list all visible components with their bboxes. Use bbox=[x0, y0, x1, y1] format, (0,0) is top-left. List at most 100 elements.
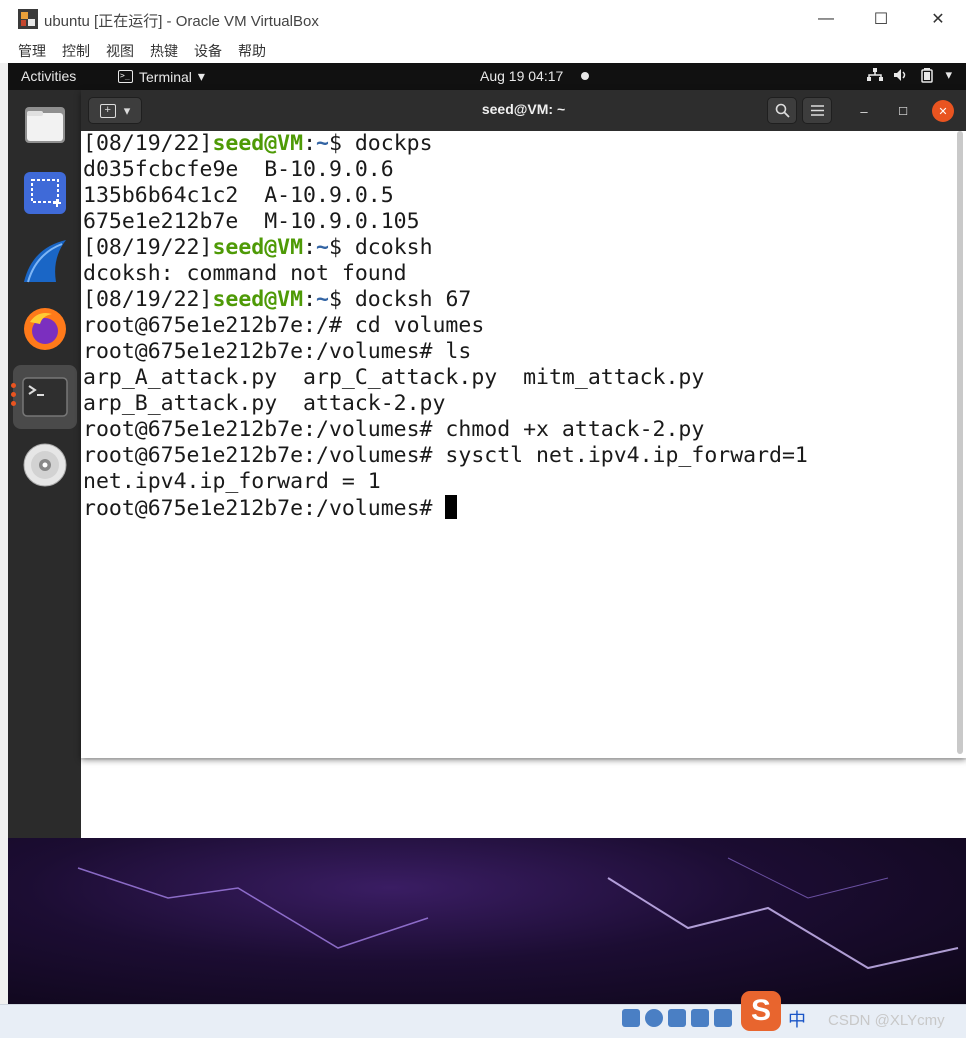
desktop-blank-area bbox=[81, 760, 966, 838]
terminal-line: root@675e1e212b7e:/volumes# chmod +x att… bbox=[83, 417, 808, 443]
terminal-content[interactable]: [08/19/22]seed@VM:~$ dockps d035fcbcfe9e … bbox=[81, 131, 966, 758]
app-menu-label: Terminal bbox=[139, 68, 192, 85]
terminal-line: 135b6b64c1c2 A-10.9.0.5 bbox=[83, 183, 808, 209]
virtualbox-menubar: 管理 控制 视图 热键 设备 帮助 bbox=[0, 38, 966, 63]
prompt-user: seed@VM bbox=[212, 235, 304, 260]
prompt-user: seed@VM bbox=[212, 131, 304, 156]
prompt-date: [08/19/22] bbox=[83, 131, 213, 156]
network-icon bbox=[867, 68, 884, 81]
window-title: ubuntu [正在运行] - Oracle VM VirtualBox bbox=[44, 13, 319, 30]
prompt-text: root@675e1e212b7e:/volumes# bbox=[83, 496, 446, 521]
firefox-icon bbox=[24, 308, 66, 350]
menu-control[interactable]: 控制 bbox=[62, 41, 90, 61]
files-icon bbox=[25, 107, 65, 143]
watermark: CSDN @XLYcmy bbox=[828, 1012, 945, 1029]
system-tray[interactable]: ▾ bbox=[867, 67, 952, 83]
activities-button[interactable]: Activities bbox=[21, 68, 76, 84]
chevron-down-icon: ▾ bbox=[197, 68, 205, 84]
tray-icon-4[interactable] bbox=[691, 1009, 709, 1027]
terminal-line: root@675e1e212b7e:/volumes# bbox=[83, 495, 808, 521]
app-menu-terminal[interactable]: >_ Terminal ▾ bbox=[118, 68, 205, 85]
terminal-line: [08/19/22]seed@VM:~$ dcoksh bbox=[83, 235, 808, 261]
command-text: dockps bbox=[354, 131, 433, 156]
prompt-symbol: $ bbox=[328, 131, 355, 156]
clock[interactable]: Aug 19 04:17 bbox=[480, 68, 563, 84]
hamburger-menu-button[interactable] bbox=[802, 97, 832, 124]
menu-hotkeys[interactable]: 热键 bbox=[150, 41, 178, 61]
prompt-date: [08/19/22] bbox=[83, 287, 213, 312]
output-text: root@675e1e212b7e:/volumes# sysctl net.i… bbox=[83, 443, 808, 468]
terminal-line: root@675e1e212b7e:/# cd volumes bbox=[83, 313, 808, 339]
output-text: net.ipv4.ip_forward = 1 bbox=[83, 469, 381, 494]
menu-manage[interactable]: 管理 bbox=[18, 41, 46, 61]
dock-firefox[interactable] bbox=[22, 306, 68, 352]
maximize-icon: ☐ bbox=[873, 11, 889, 28]
prompt-path: ~ bbox=[316, 131, 329, 156]
battery-icon bbox=[921, 68, 934, 83]
search-button[interactable] bbox=[767, 97, 797, 124]
terminal-line: [08/19/22]seed@VM:~$ docksh 67 bbox=[83, 287, 808, 313]
command-text: docksh 67 bbox=[354, 287, 472, 312]
dock-files[interactable] bbox=[22, 102, 68, 148]
output-text: arp_A_attack.py arp_C_attack.py mitm_att… bbox=[83, 365, 705, 390]
dock-screenshot[interactable] bbox=[22, 170, 68, 216]
terminal-title: seed@VM: ~ bbox=[481, 101, 566, 117]
minimize-icon: – bbox=[860, 103, 868, 119]
dock-wireshark[interactable] bbox=[22, 238, 68, 284]
output-text: 135b6b64c1c2 A-10.9.0.5 bbox=[83, 183, 394, 208]
running-indicator bbox=[11, 383, 16, 406]
prompt-symbol: $ bbox=[328, 235, 355, 260]
terminal-output: [08/19/22]seed@VM:~$ dockps d035fcbcfe9e … bbox=[83, 131, 808, 521]
menu-view[interactable]: 视图 bbox=[106, 41, 134, 61]
prompt-user: seed@VM bbox=[212, 287, 304, 312]
host-maximize-button[interactable]: ☐ bbox=[865, 6, 897, 32]
host-minimize-button[interactable]: — bbox=[810, 6, 842, 32]
ime-mode-label[interactable]: 中 bbox=[788, 1006, 806, 1032]
screenshot-icon bbox=[24, 172, 66, 214]
output-text: root@675e1e212b7e:/volumes# chmod +x att… bbox=[83, 417, 705, 442]
virtualbox-app-icon bbox=[18, 9, 38, 29]
output-text: root@675e1e212b7e:/volumes# ls bbox=[83, 339, 472, 364]
terminal-mini-icon: >_ bbox=[118, 70, 133, 83]
host-taskbar: S 中 CSDN @XLYcmy bbox=[0, 991, 966, 1038]
prompt-separator: : bbox=[303, 287, 317, 312]
terminal-icon bbox=[22, 377, 68, 417]
maximize-button[interactable]: ☐ bbox=[892, 100, 914, 122]
host-close-button[interactable]: ✕ bbox=[922, 6, 954, 32]
lightning-wallpaper-image bbox=[77, 857, 959, 970]
scrollbar[interactable] bbox=[957, 131, 963, 754]
prompt-date: [08/19/22] bbox=[83, 235, 213, 260]
terminal-line: [08/19/22]seed@VM:~$ dockps bbox=[83, 131, 808, 157]
dock-disc[interactable] bbox=[22, 442, 68, 488]
search-icon bbox=[775, 103, 790, 118]
terminal-headerbar: + ▾ seed@VM: ~ – ☐ ✕ bbox=[81, 90, 966, 131]
prompt-separator: : bbox=[303, 131, 317, 156]
menu-devices[interactable]: 设备 bbox=[194, 41, 222, 61]
close-button[interactable]: ✕ bbox=[932, 100, 954, 122]
tray-icon-5[interactable] bbox=[714, 1009, 732, 1027]
output-text: 675e1e212b7e M-10.9.0.105 bbox=[83, 209, 420, 234]
tray-menu-arrow-icon: ▾ bbox=[945, 67, 952, 82]
desktop-wallpaper bbox=[8, 838, 966, 1004]
gnome-top-bar: Activities >_ Terminal ▾ Aug 19 04:17 ▾ bbox=[8, 63, 966, 90]
terminal-line: dcoksh: command not found bbox=[83, 261, 808, 287]
maximize-icon: ☐ bbox=[898, 105, 908, 118]
sogou-ime-icon[interactable]: S bbox=[741, 991, 781, 1031]
tray-icon-2[interactable] bbox=[645, 1009, 663, 1027]
output-text: d035fcbcfe9e B-10.9.0.6 bbox=[83, 157, 394, 182]
tray-icon-1[interactable] bbox=[622, 1009, 640, 1027]
taskbar-tray-icons bbox=[622, 1009, 732, 1027]
terminal-line: root@675e1e212b7e:/volumes# ls bbox=[83, 339, 808, 365]
disc-icon bbox=[23, 443, 67, 487]
terminal-line: 675e1e212b7e M-10.9.0.105 bbox=[83, 209, 808, 235]
minimize-button[interactable]: – bbox=[853, 100, 875, 122]
terminal-line: net.ipv4.ip_forward = 1 bbox=[83, 469, 808, 495]
menu-help[interactable]: 帮助 bbox=[238, 41, 266, 61]
dock-terminal[interactable] bbox=[22, 374, 68, 420]
close-icon: ✕ bbox=[931, 11, 945, 28]
prompt-path: ~ bbox=[316, 287, 329, 312]
terminal-window: + ▾ seed@VM: ~ – ☐ ✕ [08/19/22]seed@VM:~… bbox=[81, 90, 966, 758]
tray-icon-3[interactable] bbox=[668, 1009, 686, 1027]
prompt-symbol: $ bbox=[328, 287, 355, 312]
virtualbox-titlebar: ubuntu [正在运行] - Oracle VM VirtualBox — ☐… bbox=[0, 0, 966, 38]
